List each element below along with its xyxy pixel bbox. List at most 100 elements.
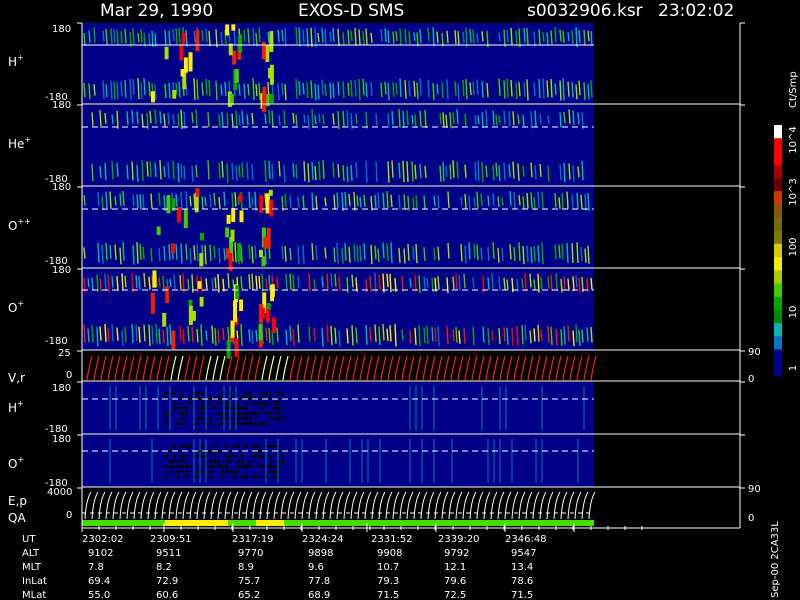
he-plus-streak — [154, 109, 157, 125]
o-plus-streak — [258, 276, 261, 289]
h-plus-streak — [503, 80, 506, 99]
o-plusplus-streak — [122, 191, 125, 207]
event-patch — [265, 193, 270, 214]
h-plus-streak — [277, 29, 280, 43]
he-plus-streak — [442, 161, 445, 182]
h-plus-streak — [143, 32, 146, 47]
h-plus-streak — [298, 27, 301, 47]
gap-cell — [217, 412, 220, 415]
gap-cell — [281, 407, 284, 410]
rtick-ep-0: 0 — [748, 513, 754, 524]
o-plus-streak — [414, 327, 417, 345]
he-plus-streak — [398, 109, 401, 128]
he-plus-streak — [246, 162, 249, 181]
gap-cell — [273, 470, 276, 473]
o-plusplus-streak — [109, 191, 112, 210]
vr-trace — [282, 355, 289, 381]
event-patch — [231, 208, 236, 223]
gap-cell — [241, 475, 244, 478]
o-plusplus-streak — [136, 194, 139, 209]
he-plus-streak — [292, 112, 295, 124]
gap-cell — [169, 465, 172, 468]
o-plusplus-streak — [403, 194, 406, 209]
vr-trace — [156, 355, 163, 381]
h-plus-streak — [168, 30, 171, 46]
o-plus-streak — [506, 327, 509, 345]
ep-trace — [105, 491, 113, 520]
o-plus-streak — [240, 276, 243, 290]
event-patch — [231, 24, 236, 31]
h-plus-streak — [515, 30, 518, 47]
h-plus-streak — [148, 32, 151, 47]
h-plus-streak — [446, 79, 449, 100]
event-patch — [166, 195, 171, 214]
h-plus-streak — [102, 80, 105, 99]
o-plusplus-streak — [284, 193, 287, 207]
o-plus-streak — [378, 274, 381, 291]
gap-cell — [257, 445, 260, 448]
o-plus-streak — [251, 273, 254, 290]
gap-cell — [173, 455, 176, 458]
gap-cell — [177, 422, 180, 425]
o-plusplus-streak — [254, 245, 257, 259]
ep-trace — [448, 491, 456, 520]
gap-cell — [277, 402, 280, 405]
he-plus-streak — [547, 165, 550, 182]
o-plusplus-streak — [180, 243, 183, 264]
ep-trace — [98, 491, 106, 520]
h-plus-streak — [362, 31, 365, 45]
plot-date: Mar 29, 1990 — [100, 1, 213, 21]
he-plus-streak — [568, 163, 571, 180]
o-plusplus-streak — [356, 195, 359, 207]
gap-cell — [261, 392, 264, 395]
event-patch — [183, 209, 188, 229]
h-plus-streak — [205, 79, 208, 95]
he-plus-streak — [539, 163, 542, 178]
h-plus-streak — [148, 81, 151, 97]
o-plusplus-streak — [356, 245, 359, 263]
ephem-cell: 7.8 — [88, 562, 104, 573]
h-plus-streak — [140, 82, 143, 100]
o-plusplus-streak — [163, 245, 166, 261]
o-plusplus-streak — [584, 248, 587, 263]
o-plusplus-streak — [204, 196, 207, 207]
he-plus-streak — [311, 109, 314, 127]
ep-trace — [147, 491, 155, 520]
h-plus-streak — [220, 31, 223, 45]
he-plus-streak — [307, 114, 310, 130]
o-plus-streak — [87, 328, 90, 343]
o-plus-streak — [389, 325, 392, 342]
ep-trace — [133, 491, 141, 520]
o-plus-streak — [511, 327, 514, 346]
event-patch — [269, 93, 274, 104]
colorbar-cell — [774, 177, 782, 192]
he-plus-streak — [464, 113, 467, 127]
o-plusplus-streak — [83, 247, 86, 259]
colorbar-cell — [774, 270, 782, 285]
o-plus-streak — [547, 325, 550, 343]
o-plusplus-streak — [353, 243, 356, 262]
ep-trace — [91, 491, 99, 520]
ep-trace — [350, 491, 358, 520]
gap-cell — [217, 460, 220, 463]
ep-trace — [490, 491, 498, 520]
he-plus-streak — [365, 111, 368, 129]
o-plusplus-streak — [497, 196, 500, 207]
o-plus-streak — [214, 328, 217, 346]
ep-trace — [245, 491, 253, 520]
gap-cell — [197, 422, 200, 425]
h-plus-streak — [110, 80, 113, 100]
he-plus-streak — [419, 163, 422, 179]
o-plusplus-streak — [423, 195, 426, 209]
o-plus-streak — [148, 276, 151, 290]
ephem-cell: 13.4 — [511, 562, 533, 573]
vr-trace — [317, 355, 324, 381]
he-plus-streak — [136, 164, 139, 183]
o-plus-streak — [418, 275, 421, 294]
vr-trace — [352, 355, 359, 381]
o-plusplus-streak — [526, 192, 529, 209]
h-plus-streak — [578, 29, 581, 43]
o-plusplus-streak — [223, 248, 226, 261]
ephem-cell: 2346:48 — [505, 534, 547, 545]
gap-cell — [237, 422, 240, 425]
